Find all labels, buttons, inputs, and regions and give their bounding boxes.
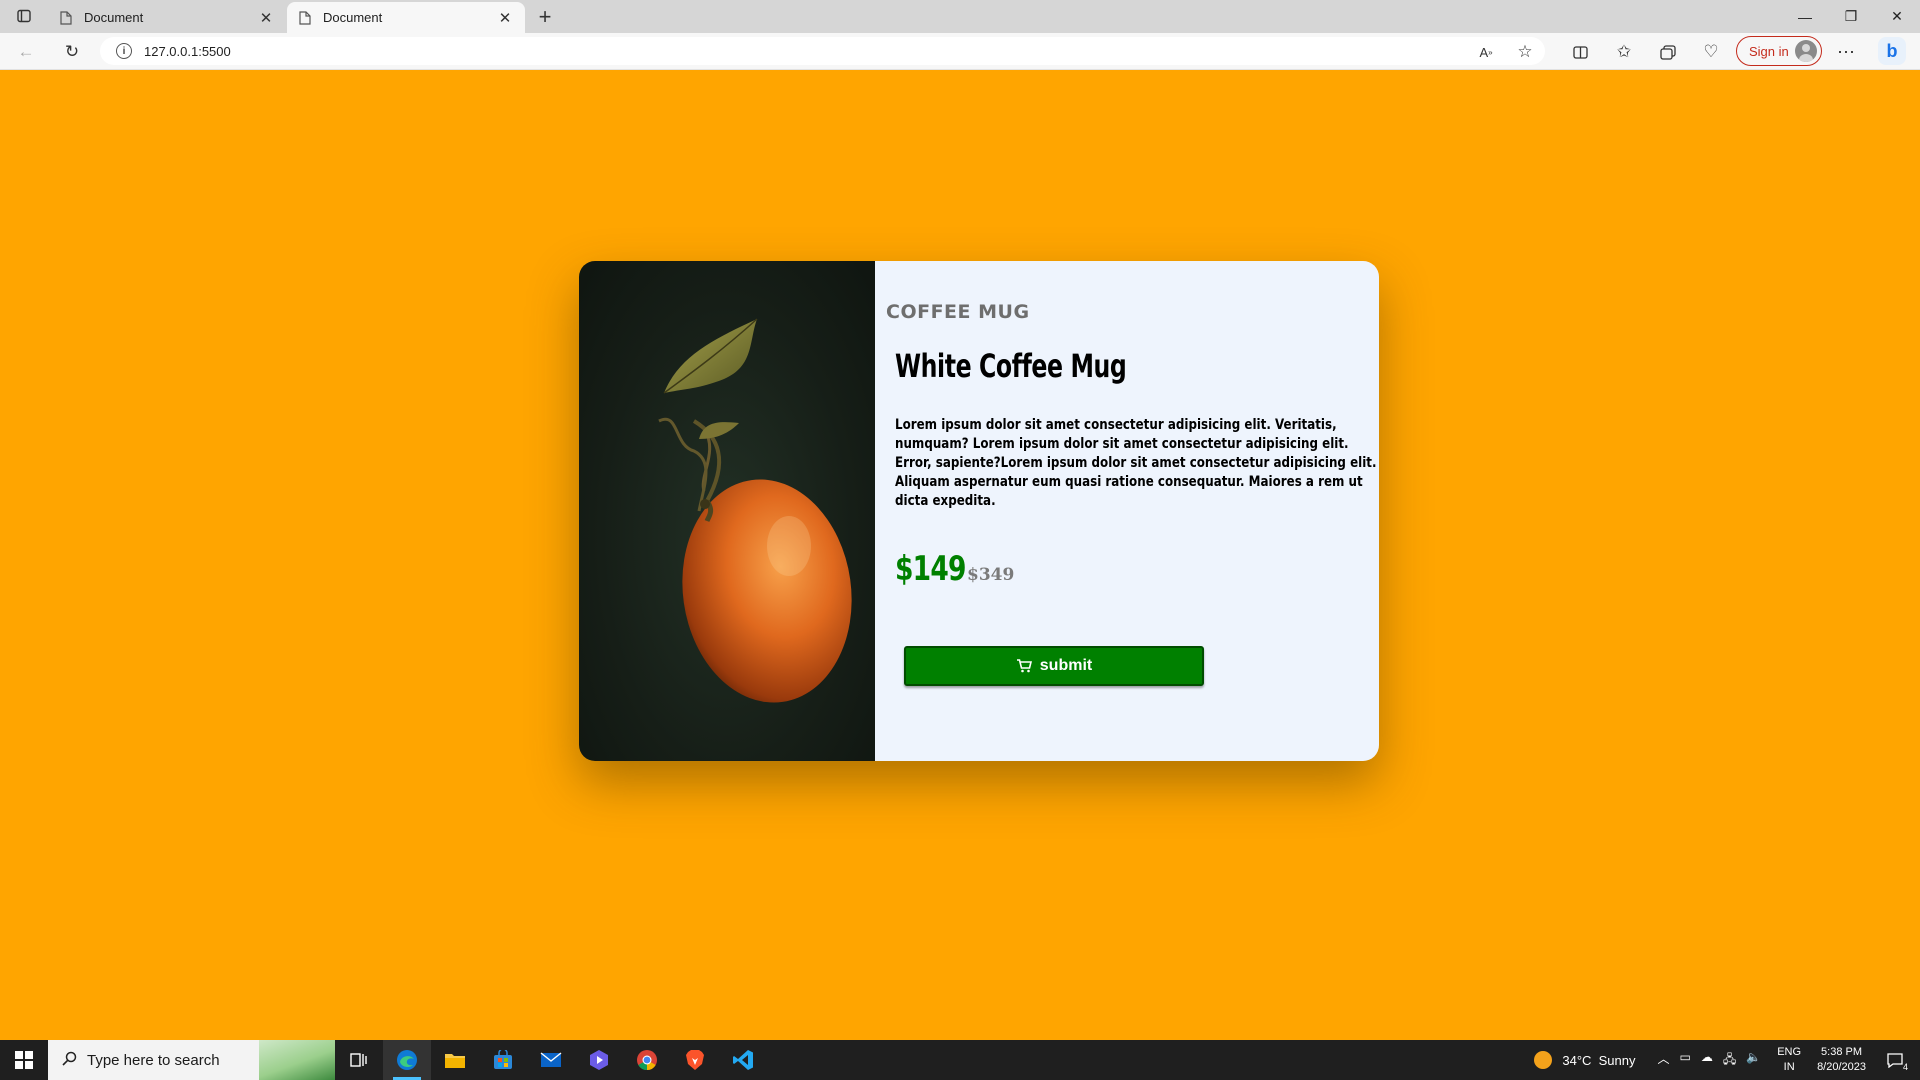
submit-button[interactable]: submit xyxy=(904,646,1204,686)
restore-icon[interactable]: ❐ xyxy=(1828,0,1874,33)
product-category: COFFEE MUG xyxy=(886,301,1030,323)
refresh-icon[interactable]: ↻ xyxy=(58,38,86,66)
current-price: $149 xyxy=(895,549,966,589)
network-icon[interactable]: 🖧 xyxy=(1723,1050,1736,1071)
close-window-icon[interactable]: ✕ xyxy=(1874,0,1920,33)
search-icon xyxy=(62,1051,77,1070)
search-highlight-image xyxy=(259,1040,335,1080)
region-code: IN xyxy=(1783,1061,1795,1073)
favorite-star-icon[interactable]: ☆ xyxy=(1511,38,1539,66)
meet-now-icon[interactable]: ▭ xyxy=(1680,1050,1691,1071)
price-row: $149 $349 xyxy=(895,549,1014,589)
new-tab-button[interactable]: + xyxy=(532,4,558,30)
browser-tab-strip: Document ✕ Document ✕ + — ❐ ✕ xyxy=(0,0,1920,33)
tab-title: Document xyxy=(84,10,144,25)
page-icon xyxy=(297,10,313,26)
vscode-icon[interactable] xyxy=(719,1040,767,1080)
url-text: 127.0.0.1:5500 xyxy=(144,43,231,59)
original-price: $349 xyxy=(967,565,1015,585)
windows-taskbar: Type here to search 34°C Sunny ︿ ▭ ☁ 🖧 🔈… xyxy=(0,1040,1920,1080)
read-aloud-icon[interactable]: A» xyxy=(1472,38,1500,66)
shopping-cart-icon xyxy=(1016,659,1032,673)
file-explorer-icon[interactable] xyxy=(431,1040,479,1080)
weather-widget[interactable]: 34°C Sunny xyxy=(1534,1051,1636,1069)
system-tray: 34°C Sunny ︿ ▭ ☁ 🖧 🔈 ENG IN 5:38 PM 8/20… xyxy=(1534,1040,1920,1080)
tab-title: Document xyxy=(323,10,383,25)
clock[interactable]: 5:38 PM 8/20/2023 xyxy=(1817,1045,1866,1075)
more-options-icon[interactable]: ⋯ xyxy=(1832,38,1860,66)
mail-icon[interactable] xyxy=(527,1040,575,1080)
close-tab-icon[interactable]: ✕ xyxy=(495,8,515,28)
tray-icons: ︿ ▭ ☁ 🖧 🔈 xyxy=(1658,1050,1762,1071)
favorites-icon[interactable]: ✩ xyxy=(1610,38,1638,66)
page-icon xyxy=(58,10,74,26)
minimize-icon[interactable]: — xyxy=(1782,0,1828,33)
windows-start-icon[interactable] xyxy=(0,1040,48,1080)
browser-essentials-icon[interactable]: ♡ xyxy=(1697,38,1725,66)
clock-date: 8/20/2023 xyxy=(1817,1061,1866,1073)
product-title: White Coffee Mug xyxy=(895,347,1127,385)
product-info-panel: COFFEE MUG White Coffee Mug Lorem ipsum … xyxy=(875,261,1379,761)
microsoft-store-icon[interactable] xyxy=(479,1040,527,1080)
taskbar-search-box[interactable]: Type here to search xyxy=(48,1040,335,1080)
address-bar[interactable]: i 127.0.0.1:5500 xyxy=(100,37,1545,65)
clock-time: 5:38 PM xyxy=(1821,1046,1863,1058)
notification-count: 4 xyxy=(1902,1061,1908,1072)
notification-center-icon[interactable]: 4 xyxy=(1880,1052,1910,1072)
orange-fruit-image xyxy=(579,261,875,761)
chevron-up-icon[interactable]: ︿ xyxy=(1658,1050,1670,1071)
close-tab-icon[interactable]: ✕ xyxy=(256,8,276,28)
tab-actions-icon[interactable] xyxy=(8,4,40,28)
back-arrow-icon[interactable]: ← xyxy=(12,38,40,66)
weather-text: Sunny xyxy=(1598,1052,1636,1068)
tab-document-1[interactable]: Document ✕ xyxy=(48,2,286,33)
edge-browser-icon[interactable] xyxy=(383,1040,431,1080)
sign-in-button[interactable]: Sign in xyxy=(1736,36,1822,66)
search-placeholder: Type here to search xyxy=(87,1051,220,1069)
brave-icon[interactable] xyxy=(671,1040,719,1080)
sun-icon xyxy=(1534,1051,1553,1069)
window-controls: — ❐ ✕ xyxy=(1782,0,1920,33)
weather-temp: 34°C xyxy=(1562,1052,1592,1068)
browser-toolbar: ← ↻ i 127.0.0.1:5500 A» ☆ ✩ ♡ Sign in ⋯ … xyxy=(0,33,1920,70)
split-screen-icon[interactable] xyxy=(1566,38,1594,66)
chrome-icon[interactable] xyxy=(623,1040,671,1080)
product-card: COFFEE MUG White Coffee Mug Lorem ipsum … xyxy=(579,261,1379,761)
submit-label: submit xyxy=(1039,657,1093,674)
site-info-icon[interactable]: i xyxy=(116,43,132,59)
product-description: Lorem ipsum dolor sit amet consectetur a… xyxy=(895,417,1377,509)
language-indicator[interactable]: ENG IN xyxy=(1777,1045,1801,1075)
bing-copilot-icon[interactable]: b xyxy=(1878,37,1906,65)
language-code: ENG xyxy=(1777,1046,1802,1058)
tab-document-2[interactable]: Document ✕ xyxy=(287,2,525,33)
avatar xyxy=(1795,40,1817,62)
volume-icon[interactable]: 🔈 xyxy=(1746,1050,1761,1071)
onedrive-cloud-icon[interactable]: ☁ xyxy=(1701,1050,1713,1071)
media-player-icon[interactable] xyxy=(575,1040,623,1080)
task-view-icon[interactable] xyxy=(335,1040,383,1080)
sign-in-label: Sign in xyxy=(1749,43,1789,59)
collections-icon[interactable] xyxy=(1654,38,1682,66)
